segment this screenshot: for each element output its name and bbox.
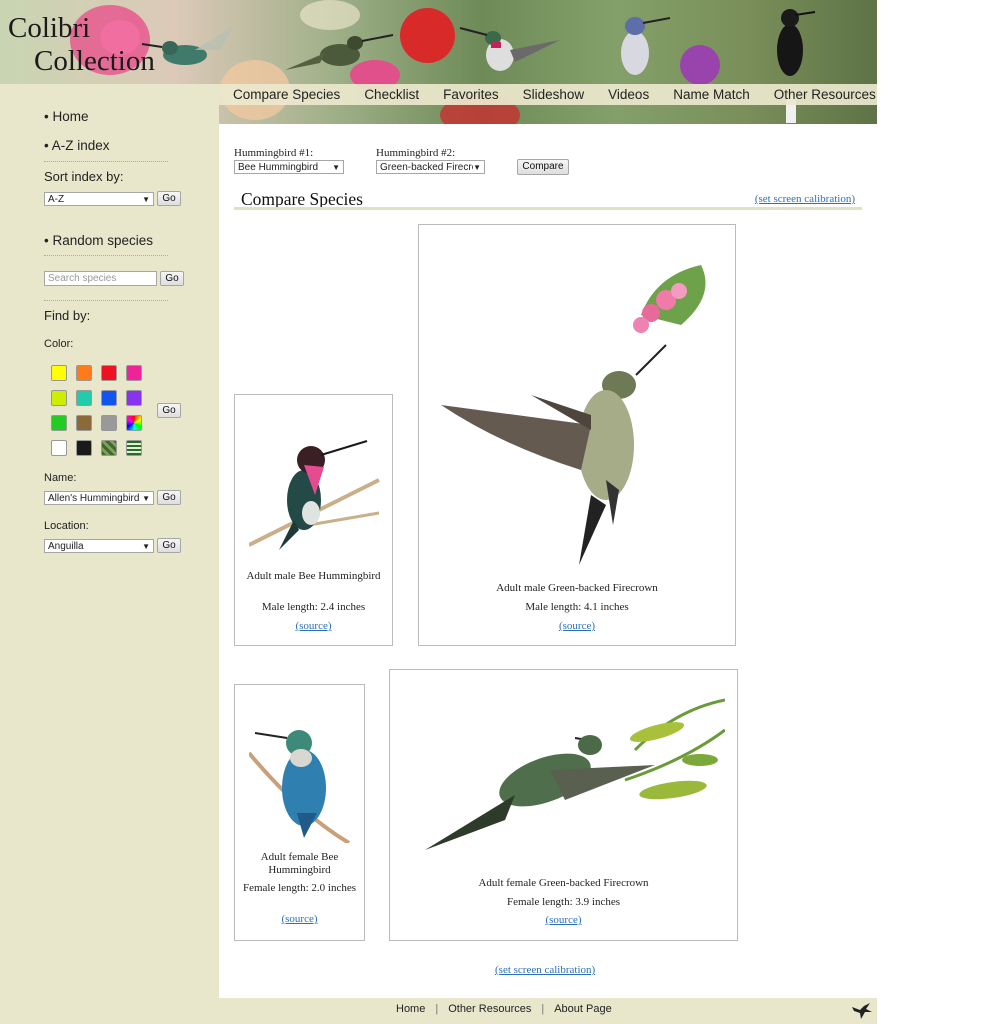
color-swatch-rainbow[interactable] [126,415,142,431]
hummingbird-2-label: Hummingbird #2: [376,147,456,159]
footer-link-about-page[interactable]: About Page [554,1003,612,1015]
hummingbird-2-select[interactable]: Green-backed Firecro ▼ [376,160,485,174]
divider [44,161,168,162]
nav-name-match[interactable]: Name Match [673,87,750,102]
nav-compare-species[interactable]: Compare Species [233,87,340,102]
site-logo[interactable]: Colibri Collection [8,14,155,76]
calibration-link-top[interactable]: (set screen calibration) [755,193,855,205]
sort-label: Sort index by: [44,169,124,184]
card-caption: Adult female Bee Hummingbird [260,851,339,876]
card-length: Male length: 2.4 inches [261,601,366,613]
sidebar: • Home • A-Z index Sort index by: A-Z ▼ … [0,84,219,998]
sidebar-link-home[interactable]: • Home [44,109,89,124]
chevron-down-icon: ▼ [142,494,150,503]
firecrown-female-photo [425,698,725,850]
color-swatch-pink[interactable] [126,365,142,381]
hummingbird-1-label: Hummingbird #1: [234,147,314,159]
name-select-value: Allen's Hummingbird [48,493,140,504]
card-length: Female length: 2.0 inches [242,882,357,894]
bee-hummingbird-female-photo [249,730,351,843]
hummingbird-1-select-value: Bee Hummingbird [238,162,319,173]
firecrown-male-photo [441,265,706,565]
nav-favorites[interactable]: Favorites [443,87,499,102]
card-male-bee-hummingbird: Adult male Bee Hummingbird Male length: … [234,394,393,646]
color-swatch-yellow[interactable] [51,365,67,381]
color-swatch-gray[interactable] [101,415,117,431]
color-swatch-white[interactable] [51,440,67,456]
sort-select[interactable]: A-Z ▼ [44,192,154,206]
card-caption: Adult male Bee Hummingbird [246,570,381,582]
source-link[interactable]: (source) [419,620,735,632]
logo-line-2: Collection [34,45,155,77]
card-length: Female length: 3.9 inches [506,896,621,908]
top-navigation: Compare Species Checklist Favorites Slid… [219,84,877,105]
color-swatch-iridescent-green[interactable] [101,440,117,456]
divider [44,300,168,301]
sort-select-value: A-Z [48,194,65,205]
chevron-down-icon: ▼ [142,542,150,551]
footer: Home | Other Resources | About Page [0,998,877,1024]
chevron-down-icon: ▼ [473,161,481,173]
source-link[interactable]: (source) [235,620,392,632]
sidebar-link-az-index[interactable]: • A-Z index [44,138,110,153]
card-caption: Adult male Green-backed Firecrown [496,582,658,594]
card-female-green-backed-firecrown: Adult female Green-backed Firecrown Fema… [389,669,738,941]
chevron-down-icon: ▼ [142,195,150,204]
name-go-button[interactable]: Go [157,490,181,505]
location-select-value: Anguilla [48,541,84,552]
nav-videos[interactable]: Videos [608,87,649,102]
divider [44,255,168,256]
color-label: Color: [44,338,74,350]
source-link[interactable]: (source) [390,914,737,926]
source-link[interactable]: (source) [235,913,364,925]
name-select[interactable]: Allen's Hummingbird ▼ [44,491,154,505]
color-swatch-blue[interactable] [101,390,117,406]
color-swatch-red[interactable] [101,365,117,381]
footer-separator: | [541,1003,545,1015]
hummingbird-2-select-value: Green-backed Firecro [380,162,478,173]
hummingbird-photo-2 [285,34,394,70]
chevron-down-icon: ▼ [332,163,340,172]
color-swatch-lime[interactable] [51,390,67,406]
hummingbird-photo-3 [459,27,560,71]
location-select[interactable]: Anguilla ▼ [44,539,154,553]
color-go-button[interactable]: Go [157,403,181,418]
color-swatch-black[interactable] [76,440,92,456]
card-male-green-backed-firecrown: Adult male Green-backed Firecrown Male l… [418,224,736,646]
find-by-label: Find by: [44,308,91,323]
footer-separator: | [435,1003,439,1015]
search-go-button[interactable]: Go [160,271,184,286]
color-swatch-purple[interactable] [126,390,142,406]
nav-slideshow[interactable]: Slideshow [523,87,585,102]
nav-other-resources[interactable]: Other Resources [774,87,876,102]
location-label: Location: [44,520,89,532]
location-go-button[interactable]: Go [157,538,181,553]
calibration-link-bottom[interactable]: (set screen calibration) [495,964,595,976]
main-content: Hummingbird #1: Bee Hummingbird ▼ Hummin… [219,124,877,998]
color-swatch-striped[interactable] [126,440,142,456]
logo-line-1: Colibri [8,12,91,44]
search-input[interactable]: Search species [44,271,157,286]
hummingbird-icon [852,1003,872,1019]
color-swatch-teal[interactable] [76,390,92,406]
hummingbird-1-select[interactable]: Bee Hummingbird ▼ [234,160,344,174]
nav-checklist[interactable]: Checklist [364,87,419,102]
bee-hummingbird-male-photo [249,440,380,550]
hummingbird-photo-5 [777,9,816,123]
card-caption: Adult female Green-backed Firecrown [478,877,649,889]
sort-go-button[interactable]: Go [157,191,181,206]
color-swatch-orange[interactable] [76,365,92,381]
title-underline [234,207,862,210]
sidebar-link-random-species[interactable]: • Random species [44,233,153,248]
hummingbird-photo-1 [141,25,235,65]
compare-button[interactable]: Compare [517,159,569,175]
card-female-bee-hummingbird: Adult female Bee Hummingbird Female leng… [234,684,365,941]
footer-link-other-resources[interactable]: Other Resources [448,1003,531,1015]
name-label: Name: [44,472,77,484]
hummingbird-photo-4 [621,17,671,75]
color-swatch-brown[interactable] [76,415,92,431]
color-swatch-green[interactable] [51,415,67,431]
footer-link-home[interactable]: Home [396,1003,425,1015]
card-length: Male length: 4.1 inches [525,601,629,613]
